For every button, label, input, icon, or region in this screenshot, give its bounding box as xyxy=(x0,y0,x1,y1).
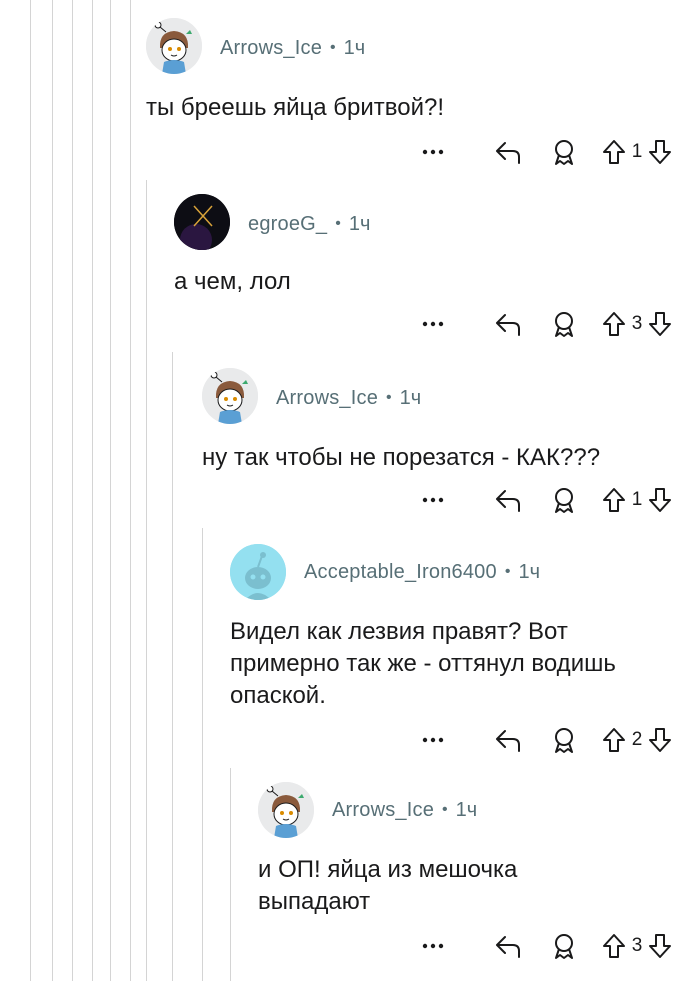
reply-icon[interactable] xyxy=(490,933,526,959)
thread-line xyxy=(230,768,231,981)
award-icon[interactable] xyxy=(546,726,582,754)
vote-score: 3 xyxy=(631,313,643,334)
avatar[interactable] xyxy=(174,194,230,250)
separator-dot: • xyxy=(442,801,448,818)
more-options-icon[interactable] xyxy=(420,321,446,327)
reply-icon[interactable] xyxy=(490,311,526,337)
downvote-icon[interactable] xyxy=(646,933,674,959)
separator-dot: • xyxy=(335,215,341,232)
award-icon[interactable] xyxy=(546,310,582,338)
timestamp: 1ч xyxy=(455,798,478,821)
comment-actions: 2 xyxy=(420,722,674,758)
avatar[interactable] xyxy=(202,368,258,424)
username[interactable]: egroeG_ xyxy=(248,213,327,236)
award-icon[interactable] xyxy=(546,138,582,166)
downvote-icon[interactable] xyxy=(646,311,674,337)
separator-dot: • xyxy=(386,389,392,406)
comment-body: Видел как лезвия правят? Вот примерно та… xyxy=(230,618,616,709)
default-snoo-icon xyxy=(230,544,286,600)
more-options-icon[interactable] xyxy=(420,943,446,949)
downvote-icon[interactable] xyxy=(646,727,674,753)
comment-actions: 3 xyxy=(420,306,674,342)
comment-actions: 1 xyxy=(420,482,674,518)
thread-line xyxy=(172,352,173,981)
reply-icon[interactable] xyxy=(490,727,526,753)
snoo-avatar-icon xyxy=(146,18,202,74)
award-icon[interactable] xyxy=(546,486,582,514)
timestamp: 1ч xyxy=(343,36,366,59)
award-icon[interactable] xyxy=(546,932,582,960)
thread-line xyxy=(72,0,73,981)
thread-line xyxy=(110,0,111,981)
reply-icon[interactable] xyxy=(490,487,526,513)
comment-actions: 3 xyxy=(420,928,674,964)
comment-body: ну так чтобы не порезатся - КАК??? xyxy=(202,444,601,471)
reply-icon[interactable] xyxy=(490,139,526,165)
vote-score: 2 xyxy=(631,729,643,750)
timestamp: 1ч xyxy=(518,560,540,583)
upvote-icon[interactable] xyxy=(600,727,628,753)
dark-avatar-icon xyxy=(174,194,230,250)
vote-score: 1 xyxy=(631,489,643,510)
thread-line xyxy=(92,0,93,981)
upvote-icon[interactable] xyxy=(600,311,628,337)
more-options-icon[interactable] xyxy=(420,149,446,155)
separator-dot: • xyxy=(330,39,336,56)
thread-line xyxy=(130,0,131,981)
username[interactable]: Arrows_Ice xyxy=(220,37,322,60)
username[interactable]: Arrows_Ice xyxy=(276,387,378,410)
more-options-icon[interactable] xyxy=(420,737,446,743)
more-options-icon[interactable] xyxy=(420,497,446,503)
thread-line xyxy=(146,180,147,981)
upvote-icon[interactable] xyxy=(600,487,628,513)
avatar[interactable] xyxy=(230,544,286,600)
downvote-icon[interactable] xyxy=(646,139,674,165)
comment-actions: 1 xyxy=(420,134,674,170)
downvote-icon[interactable] xyxy=(646,487,674,513)
comment-body: а чем, лол xyxy=(174,268,291,295)
timestamp: 1ч xyxy=(399,386,422,409)
comment-body: ты бреешь яйца бритвой?! xyxy=(146,94,445,121)
avatar[interactable] xyxy=(146,18,202,74)
vote-score: 1 xyxy=(631,141,643,162)
username[interactable]: Arrows_Ice xyxy=(332,799,434,822)
vote-score: 3 xyxy=(631,935,643,956)
username[interactable]: Acceptable_Iron6400 xyxy=(304,561,497,584)
thread-line xyxy=(202,528,203,981)
upvote-icon[interactable] xyxy=(600,933,628,959)
comment-body: и ОП! яйца из мешочка выпадают xyxy=(258,856,518,915)
thread-line xyxy=(30,0,31,981)
separator-dot: • xyxy=(504,563,511,580)
thread-line xyxy=(52,0,53,981)
snoo-avatar-icon xyxy=(258,782,314,838)
snoo-avatar-icon xyxy=(202,368,258,424)
timestamp: 1ч xyxy=(348,212,371,235)
upvote-icon[interactable] xyxy=(600,139,628,165)
avatar[interactable] xyxy=(258,782,314,838)
